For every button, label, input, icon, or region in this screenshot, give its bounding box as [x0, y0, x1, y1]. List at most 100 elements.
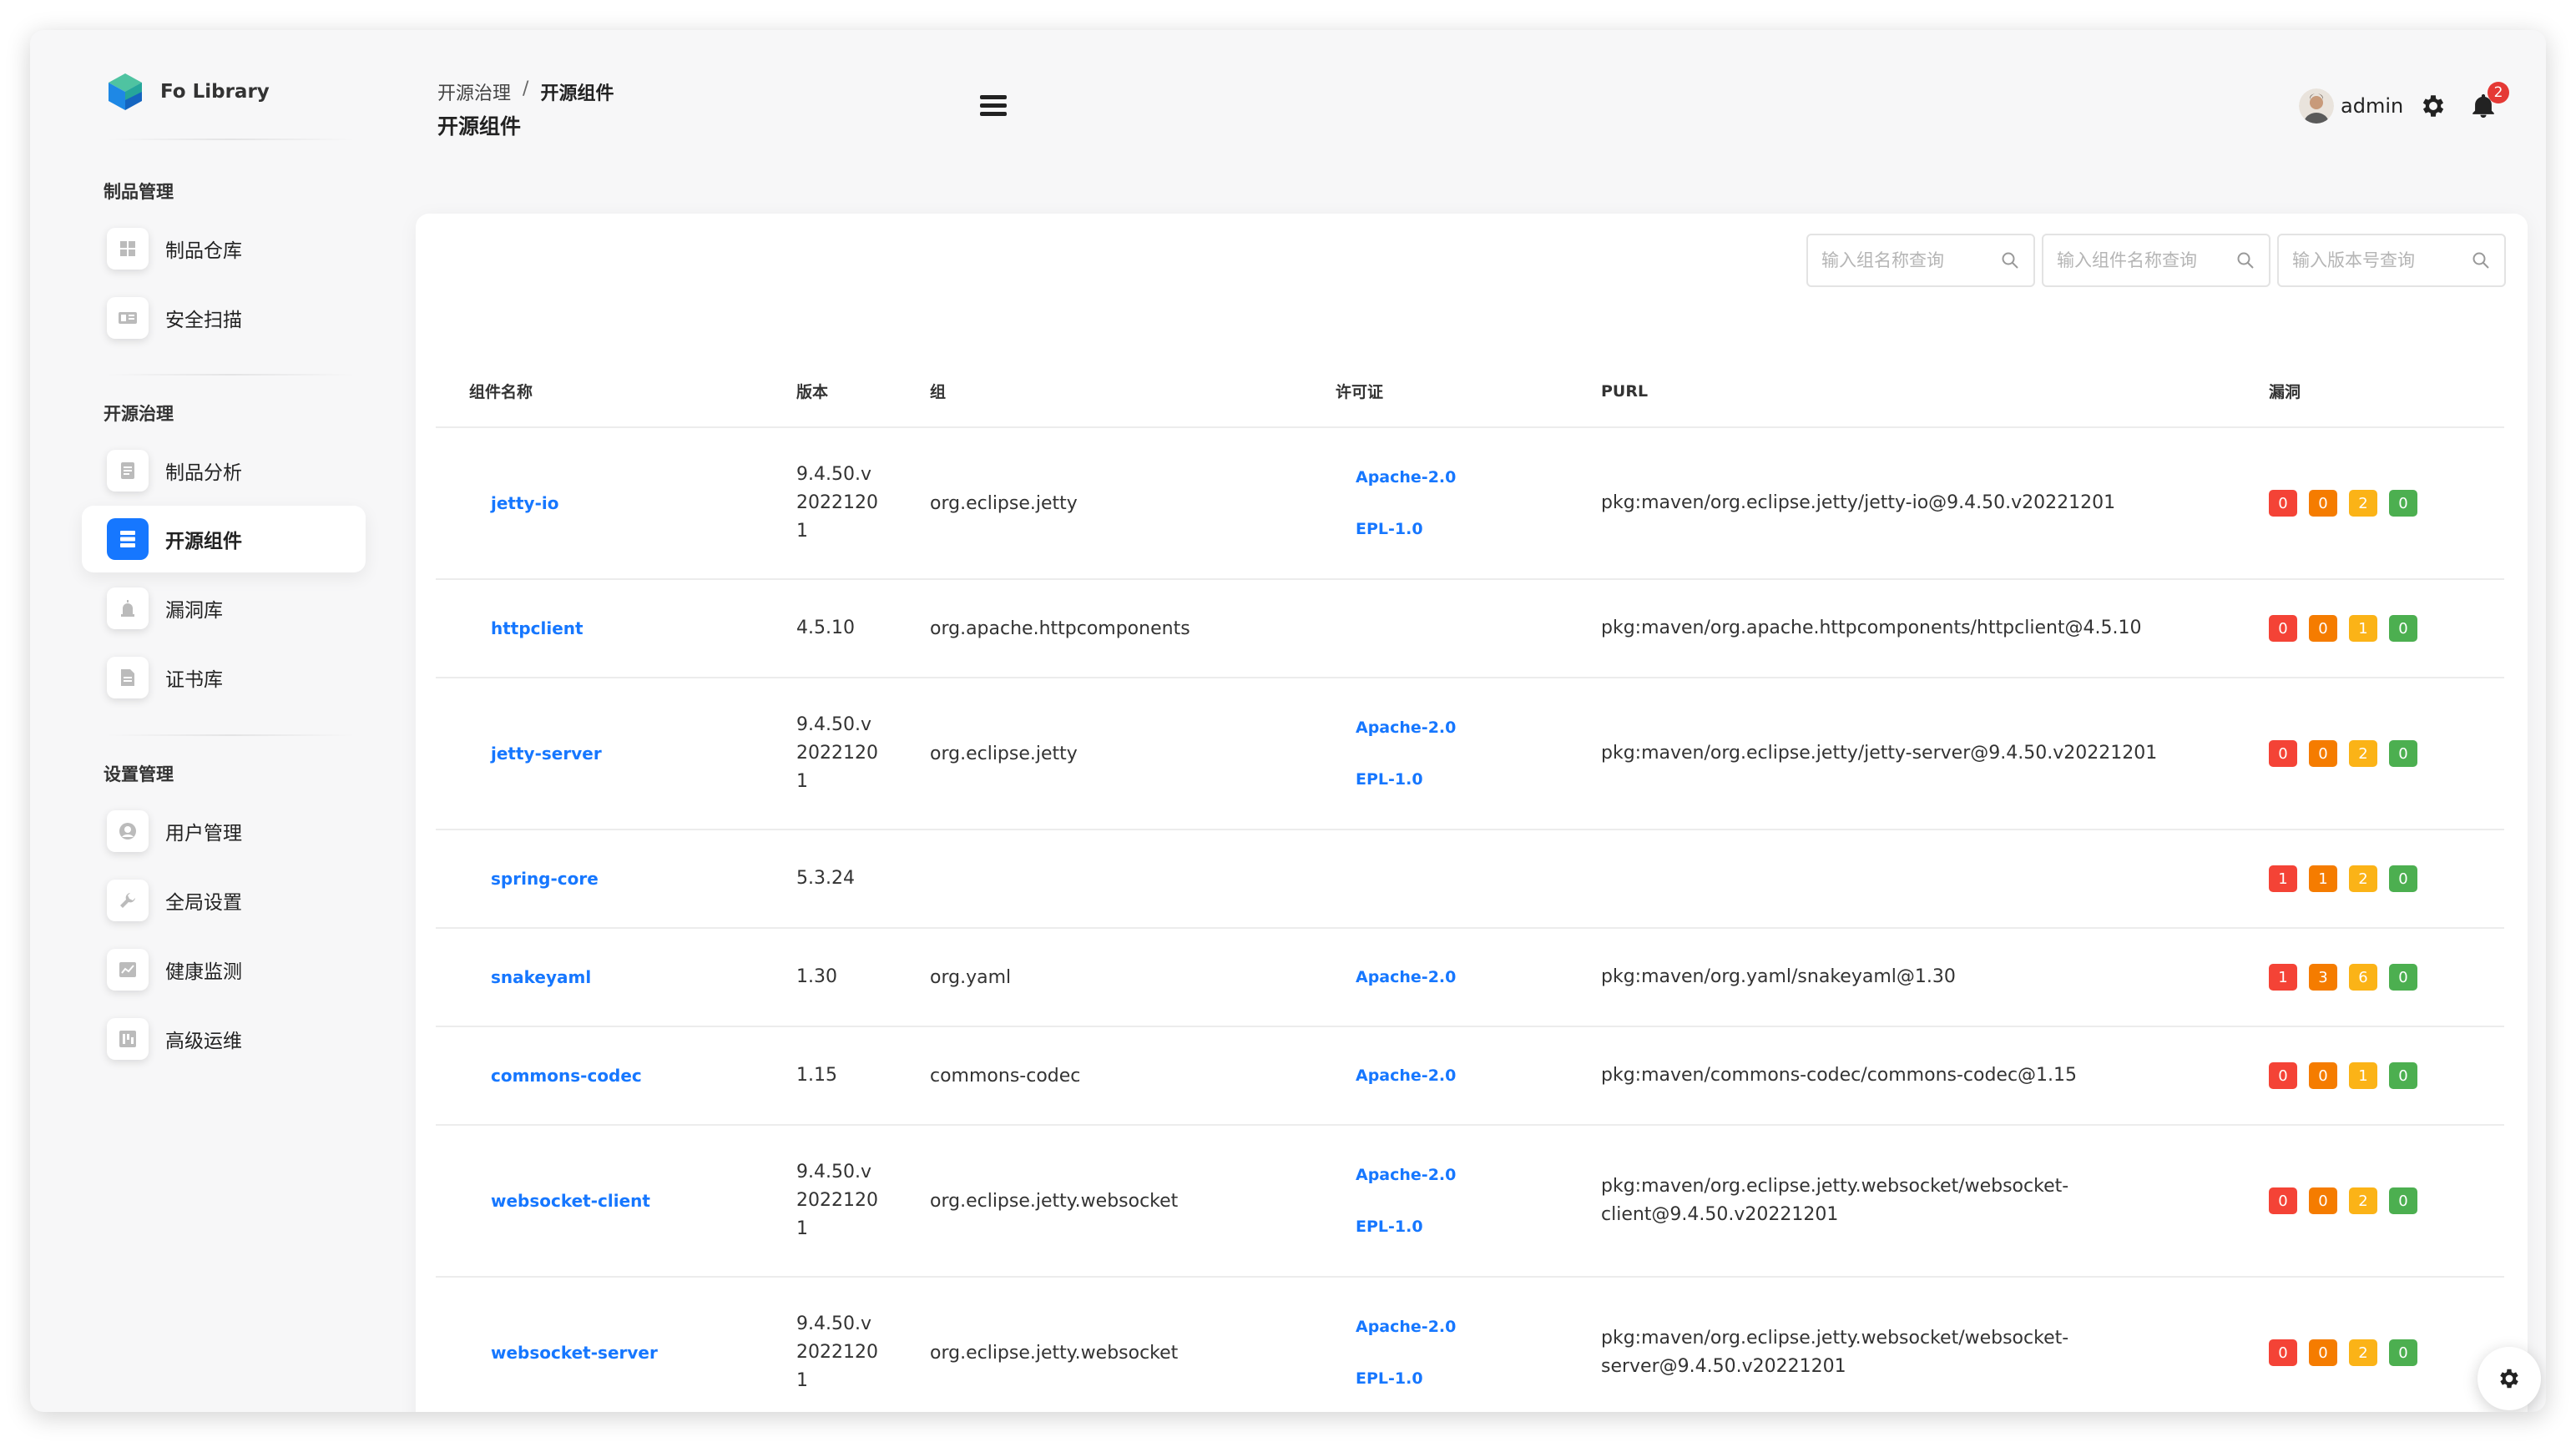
- table-row[interactable]: jetty-server 9.4.50.v20221201 org.eclipse.…: [436, 678, 2504, 830]
- avatar: [2299, 88, 2334, 124]
- vuln-count-badge[interactable]: 0: [2269, 615, 2297, 642]
- vuln-count-badge[interactable]: 2: [2349, 740, 2377, 767]
- license-link[interactable]: EPL-1.0: [1356, 1369, 1568, 1388]
- user-icon: [107, 810, 149, 852]
- vuln-count-badge[interactable]: 0: [2309, 615, 2337, 642]
- component-link[interactable]: websocket-server: [469, 1343, 658, 1363]
- license-link[interactable]: EPL-1.0: [1356, 770, 1568, 789]
- sidebar-item-security-scan[interactable]: 安全扫描: [82, 285, 366, 351]
- table-row[interactable]: commons-codec 1.15 commons-codec Apache-2.0…: [436, 1026, 2504, 1126]
- vuln-count-badge[interactable]: 0: [2389, 865, 2417, 892]
- vuln-count-badge[interactable]: 0: [2309, 740, 2337, 767]
- vuln-count-badge[interactable]: 0: [2389, 964, 2417, 991]
- group-search-field[interactable]: [1806, 234, 2035, 287]
- license-link[interactable]: Apache-2.0: [1356, 968, 1568, 986]
- cell-group: org.eclipse.jetty: [897, 427, 1302, 580]
- vuln-count-badge[interactable]: 2: [2349, 490, 2377, 517]
- vuln-count-badge[interactable]: 0: [2309, 1187, 2337, 1214]
- license-link[interactable]: EPL-1.0: [1356, 520, 1568, 538]
- license-link[interactable]: Apache-2.0: [1356, 718, 1568, 737]
- license-link[interactable]: Apache-2.0: [1356, 1066, 1568, 1085]
- vuln-count-badge[interactable]: 1: [2309, 865, 2337, 892]
- vuln-count-badge[interactable]: 6: [2349, 964, 2377, 991]
- user-menu[interactable]: admin: [2299, 88, 2403, 124]
- version-search-input[interactable]: [2292, 250, 2471, 270]
- sidebar-item-label: 漏洞库: [165, 600, 223, 622]
- component-link[interactable]: snakeyaml: [469, 967, 591, 987]
- vuln-count-badge[interactable]: 0: [2269, 1187, 2297, 1214]
- menu-toggle-icon[interactable]: [980, 95, 1007, 117]
- table-row[interactable]: websocket-client 9.4.50.v20221201 org.ecli…: [436, 1125, 2504, 1278]
- sidebar-item-certificate-db[interactable]: 证书库: [82, 644, 366, 711]
- vuln-count-badge[interactable]: 2: [2349, 865, 2377, 892]
- license-link[interactable]: Apache-2.0: [1356, 468, 1568, 487]
- sidebar-item-user-management[interactable]: 用户管理: [82, 798, 366, 865]
- license-link[interactable]: Apache-2.0: [1356, 1166, 1568, 1184]
- column-header-version[interactable]: 版本: [763, 355, 897, 428]
- sidebar-item-health-monitor[interactable]: 健康监测: [82, 936, 366, 1003]
- column-header-group[interactable]: 组: [897, 355, 1302, 428]
- column-header-vulns[interactable]: 漏洞: [2235, 355, 2504, 428]
- sidebar-item-label: 证书库: [165, 669, 223, 691]
- version-search-field[interactable]: [2277, 234, 2506, 287]
- column-header-purl[interactable]: PURL: [1568, 355, 2235, 428]
- vuln-count-badge[interactable]: 0: [2269, 490, 2297, 517]
- vuln-count-badge[interactable]: 0: [2389, 490, 2417, 517]
- vuln-count-badge[interactable]: 0: [2389, 1062, 2417, 1089]
- sidebar-item-vuln-db[interactable]: 漏洞库: [82, 575, 366, 642]
- cell-license: Apache-2.0 EPL-1.0: [1302, 1277, 1568, 1412]
- table-row[interactable]: spring-core 5.3.24 1 1 2 0: [436, 829, 2504, 929]
- vuln-count-badge[interactable]: 0: [2309, 1339, 2337, 1366]
- vuln-count-badge[interactable]: 2: [2349, 1339, 2377, 1366]
- vuln-count-badge[interactable]: 0: [2269, 1339, 2297, 1366]
- license-link[interactable]: Apache-2.0: [1356, 1318, 1568, 1336]
- vuln-count-badge[interactable]: 0: [2389, 1339, 2417, 1366]
- vuln-count-badge[interactable]: 0: [2269, 1062, 2297, 1089]
- license-link[interactable]: EPL-1.0: [1356, 1218, 1568, 1236]
- search-icon[interactable]: [2471, 250, 2491, 270]
- vuln-count-badge[interactable]: 0: [2389, 1187, 2417, 1214]
- table-row[interactable]: snakeyaml 1.30 org.yaml Apache-2.0 pkg:maven…: [436, 928, 2504, 1027]
- breadcrumb: 开源治理 / 开源组件: [437, 78, 614, 105]
- search-icon[interactable]: [2000, 250, 2020, 270]
- gear-icon[interactable]: [2419, 92, 2447, 120]
- component-link[interactable]: commons-codec: [469, 1066, 642, 1086]
- vuln-count-badge[interactable]: 1: [2269, 865, 2297, 892]
- component-link[interactable]: websocket-client: [469, 1191, 650, 1211]
- component-link[interactable]: jetty-io: [469, 493, 558, 513]
- vuln-count-badge[interactable]: 1: [2349, 1062, 2377, 1089]
- vuln-count-badge[interactable]: 2: [2349, 1187, 2377, 1214]
- component-link[interactable]: httpclient: [469, 618, 583, 638]
- component-link[interactable]: spring-core: [469, 869, 599, 889]
- search-icon[interactable]: [2235, 250, 2255, 270]
- vuln-count-badge[interactable]: 1: [2349, 615, 2377, 642]
- sidebar-item-opensource-components[interactable]: 开源组件: [82, 506, 366, 572]
- group-search-input[interactable]: [1821, 250, 2000, 270]
- notification-badge: 2: [2488, 82, 2509, 103]
- vuln-count-badge[interactable]: 0: [2269, 740, 2297, 767]
- breadcrumb-item[interactable]: 开源治理: [437, 78, 511, 105]
- sidebar-item-advanced-ops[interactable]: 高级运维: [82, 1006, 366, 1072]
- component-search-field[interactable]: [2042, 234, 2270, 287]
- cell-purl: pkg:maven/org.eclipse.jetty.websocket/we…: [1568, 1277, 2235, 1412]
- vuln-count-badge[interactable]: 0: [2389, 615, 2417, 642]
- sidebar-item-product-analysis[interactable]: 制品分析: [82, 437, 366, 504]
- vuln-count-badge[interactable]: 0: [2389, 740, 2417, 767]
- alarm-icon: [107, 587, 149, 629]
- sidebar-item-product-repo[interactable]: 制品仓库: [82, 215, 366, 282]
- table-row[interactable]: jetty-io 9.4.50.v20221201 org.eclipse.jett…: [436, 427, 2504, 580]
- brand[interactable]: Fo Library: [105, 72, 270, 112]
- table-row[interactable]: httpclient 4.5.10 org.apache.httpcomponent…: [436, 579, 2504, 678]
- vuln-count-badge[interactable]: 0: [2309, 490, 2337, 517]
- component-link[interactable]: jetty-server: [469, 744, 602, 764]
- column-header-license[interactable]: 许可证: [1302, 355, 1568, 428]
- vuln-count-badge[interactable]: 0: [2309, 1062, 2337, 1089]
- vuln-count-badge[interactable]: 1: [2269, 964, 2297, 991]
- vuln-count-badge[interactable]: 3: [2309, 964, 2337, 991]
- settings-fab[interactable]: [2478, 1347, 2541, 1410]
- component-search-input[interactable]: [2057, 250, 2235, 270]
- sidebar-item-global-settings[interactable]: 全局设置: [82, 867, 366, 934]
- table-row[interactable]: websocket-server 9.4.50.v20221201 org.ecli…: [436, 1277, 2504, 1412]
- cell-license: Apache-2.0 EPL-1.0: [1302, 1125, 1568, 1278]
- column-header-name[interactable]: 组件名称: [436, 355, 763, 428]
